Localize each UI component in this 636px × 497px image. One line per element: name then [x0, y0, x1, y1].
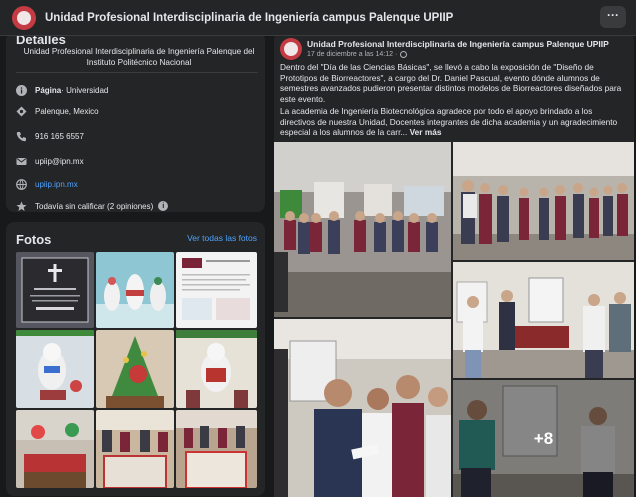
post-card: Unidad Profesional Interdisciplinaria de…: [274, 32, 634, 497]
info-icon: [16, 84, 27, 96]
photo-thumbnail[interactable]: [96, 330, 174, 408]
photo-thumbnail[interactable]: [176, 330, 257, 408]
post-author-avatar[interactable]: [280, 38, 302, 60]
location-row: Palenque, Mexico: [16, 103, 99, 119]
photo-thumbnail[interactable]: [176, 410, 257, 488]
post-photo[interactable]: [274, 142, 451, 317]
post-date[interactable]: 17 de diciembre a las 14:12 ·: [307, 51, 397, 58]
rating-row: Todavía sin calificar (2 opiniones) i: [16, 198, 169, 214]
divider: [16, 72, 258, 73]
category-row: Página · Universidad: [16, 82, 108, 98]
page-avatar[interactable]: [12, 5, 36, 30]
website-icon: [16, 178, 27, 190]
photo-thumbnail[interactable]: [16, 410, 94, 488]
phone-row: 916 165 6557: [16, 128, 84, 144]
details-card: Detalles Unidad Profesional Interdiscipl…: [6, 32, 265, 212]
rating-text: Todavía sin calificar (2 opiniones): [35, 201, 154, 211]
photo-thumbnail[interactable]: [16, 252, 94, 328]
post-author-name[interactable]: Unidad Profesional Interdisciplinaria de…: [307, 39, 609, 49]
website-row: upiip.ipn.mx: [16, 176, 78, 192]
page-category: · Universidad: [61, 85, 109, 95]
globe-icon: [400, 51, 408, 58]
photos-heading: Fotos: [16, 232, 52, 247]
photo-thumbnail[interactable]: [96, 410, 174, 488]
rating-info-icon[interactable]: i: [158, 201, 169, 211]
email-row: upiip@ipn.mx: [16, 153, 84, 169]
page-label: Página: [35, 85, 62, 95]
see-more-link[interactable]: Ver más: [410, 127, 442, 137]
page-description: Unidad Profesional Interdisciplinaria de…: [23, 47, 255, 67]
page-title[interactable]: Unidad Profesional Interdisciplinaria de…: [45, 12, 453, 24]
phone-text[interactable]: 916 165 6557: [35, 132, 84, 141]
page-header: Unidad Profesional Interdisciplinaria de…: [0, 0, 636, 36]
post-photo[interactable]: [453, 142, 634, 260]
post-photo[interactable]: [274, 319, 451, 497]
post-paragraph-2-text: La academia de Ingeniería Biotecnológica…: [280, 106, 618, 137]
post-photo[interactable]: +8: [453, 380, 634, 497]
email-icon: [16, 156, 27, 167]
more-options-button[interactable]: ···: [600, 6, 626, 28]
location-icon: [16, 106, 27, 117]
location-text[interactable]: Palenque, Mexico: [35, 107, 99, 116]
more-photos-overlay[interactable]: +8: [453, 380, 634, 497]
phone-icon: [16, 131, 27, 142]
post-paragraph-2: La academia de Ingeniería Biotecnológica…: [280, 106, 626, 138]
see-all-photos-link[interactable]: Ver todas las fotos: [187, 233, 257, 243]
email-text[interactable]: upiip@ipn.mx: [35, 157, 84, 166]
photos-card: Fotos Ver todas las fotos: [6, 222, 265, 496]
post-photo[interactable]: [453, 262, 634, 378]
post-paragraph-1: Dentro del "Día de las Ciencias Básicas"…: [280, 62, 622, 104]
photo-thumbnail[interactable]: [176, 252, 257, 328]
photo-thumbnail[interactable]: [16, 330, 94, 408]
photo-thumbnail[interactable]: [96, 252, 174, 328]
website-link[interactable]: upiip.ipn.mx: [35, 180, 78, 189]
post-meta: 17 de diciembre a las 14:12 ·: [307, 51, 408, 58]
star-icon: [16, 201, 27, 212]
